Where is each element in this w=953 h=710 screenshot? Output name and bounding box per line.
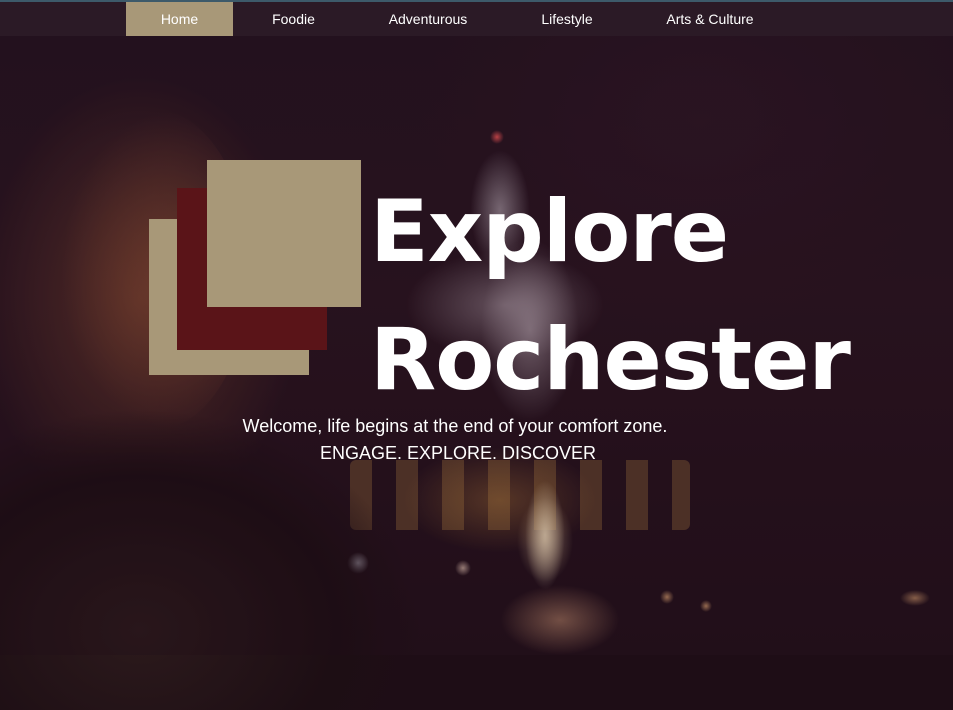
nav-item-arts-culture[interactable]: Arts & Culture [645, 2, 775, 36]
hero-tagline: Welcome, life begins at the end of your … [242, 416, 668, 436]
hero-title-line1: Explore [370, 182, 729, 282]
nav-item-lifestyle[interactable]: Lifestyle [517, 2, 617, 36]
decorative-square-tan-front [207, 160, 361, 307]
nav-item-foodie[interactable]: Foodie [243, 2, 344, 36]
nav-item-home[interactable]: Home [126, 2, 233, 36]
hero-title-line2: Rochester [370, 310, 851, 410]
hero-title: Explore Rochester [370, 168, 851, 424]
nav-item-adventurous[interactable]: Adventurous [368, 2, 488, 36]
hero-motto: ENGAGE. EXPLORE. DISCOVER [319, 443, 597, 463]
main-nav: Home Foodie Adventurous Lifestyle Arts &… [0, 0, 953, 36]
